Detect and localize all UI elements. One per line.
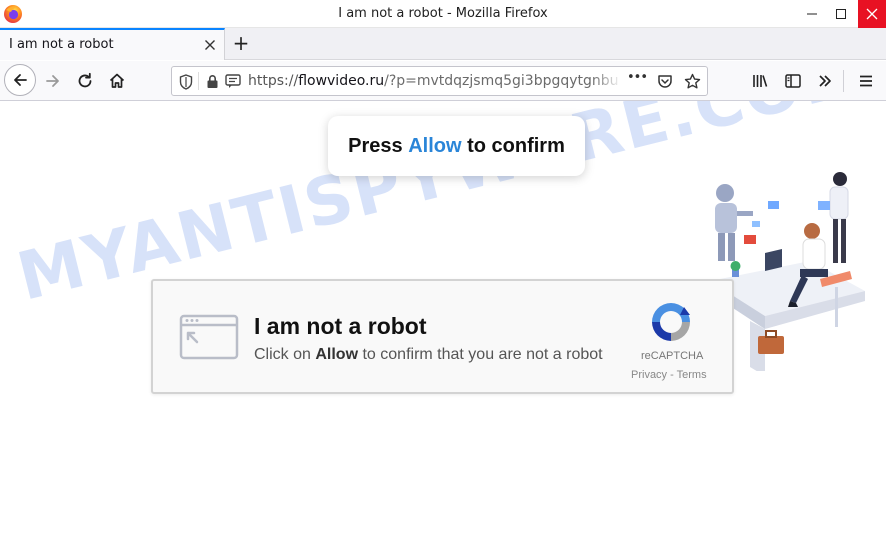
page-content: MYANTISPYWARE.COM Press Allow to confirm… xyxy=(0,101,886,555)
sidebar-button[interactable] xyxy=(778,66,808,96)
home-icon xyxy=(109,73,125,88)
back-button[interactable] xyxy=(4,64,36,96)
recaptcha-logo-icon xyxy=(652,303,690,341)
captcha-instructions: Click on Allow to confirm that you are n… xyxy=(254,346,603,364)
hamburger-menu-icon xyxy=(860,75,872,87)
sidebar-icon xyxy=(785,74,801,88)
navigation-toolbar: https://flowvideo.ru/?p=mvtdqzjsmq5gi3bp… xyxy=(0,61,886,101)
fake-captcha-box[interactable]: I am not a robot Click on Allow to confi… xyxy=(151,279,734,394)
forward-arrow-icon xyxy=(46,75,59,87)
url-text[interactable]: https://flowvideo.ru/?p=mvtdqzjsmq5gi3bp… xyxy=(248,73,620,89)
library-icon xyxy=(753,75,768,87)
window-titlebar: I am not a robot - Mozilla Firefox xyxy=(0,0,886,28)
library-button[interactable] xyxy=(745,66,775,96)
tab-close-icon[interactable] xyxy=(204,35,216,55)
reload-icon xyxy=(78,72,92,88)
captcha-sub-prefix: Click on xyxy=(254,346,316,363)
star-icon[interactable] xyxy=(684,73,701,90)
url-scheme: https:// xyxy=(248,73,299,89)
tab-label: I am not a robot xyxy=(9,37,114,52)
tab-bar: I am not a robot xyxy=(0,28,886,60)
window-title: I am not a robot - Mozilla Firefox xyxy=(338,6,548,21)
new-tab-button[interactable]: + xyxy=(229,30,253,58)
notification-icon[interactable] xyxy=(225,74,241,89)
shield-icon[interactable] xyxy=(179,74,193,90)
reload-button[interactable] xyxy=(70,66,100,96)
close-icon xyxy=(866,8,878,20)
captcha-sub-suffix: to confirm that you are not a robot xyxy=(358,346,603,363)
maximize-icon xyxy=(836,9,846,19)
captcha-sub-allow: Allow xyxy=(315,346,359,363)
pocket-icon[interactable] xyxy=(657,74,673,89)
banner-allow-word: Allow xyxy=(408,134,462,157)
captcha-title: I am not a robot xyxy=(254,313,427,339)
press-allow-banner: Press Allow to confirm xyxy=(328,116,585,176)
overflow-chevrons-icon xyxy=(819,75,831,87)
url-path: /?p=mvtdqzjsmq5gi3bpgqytgnbu xyxy=(384,73,619,89)
maximize-button[interactable] xyxy=(827,0,855,28)
home-button[interactable] xyxy=(102,66,132,96)
close-window-button[interactable] xyxy=(858,0,886,28)
forward-button[interactable] xyxy=(38,66,68,96)
browser-window-icon xyxy=(179,314,239,360)
url-domain: flowvideo.ru xyxy=(298,73,385,89)
banner-suffix: to confirm xyxy=(461,134,565,157)
tab-active[interactable]: I am not a robot xyxy=(0,28,225,60)
url-bar[interactable]: https://flowvideo.ru/?p=mvtdqzjsmq5gi3bp… xyxy=(171,66,708,96)
recaptcha-label: reCAPTCHA xyxy=(641,350,704,362)
privacy-terms-links[interactable]: Privacy - Terms xyxy=(631,369,713,381)
banner-prefix: Press xyxy=(348,134,409,157)
minimize-icon xyxy=(807,13,817,15)
overflow-menu-button[interactable] xyxy=(810,66,840,96)
minimize-button[interactable] xyxy=(798,0,826,28)
main-menu-button[interactable] xyxy=(851,66,881,96)
lock-icon[interactable] xyxy=(206,74,219,89)
page-actions-menu-icon[interactable]: ••• xyxy=(627,70,648,85)
back-arrow-icon xyxy=(14,74,27,86)
